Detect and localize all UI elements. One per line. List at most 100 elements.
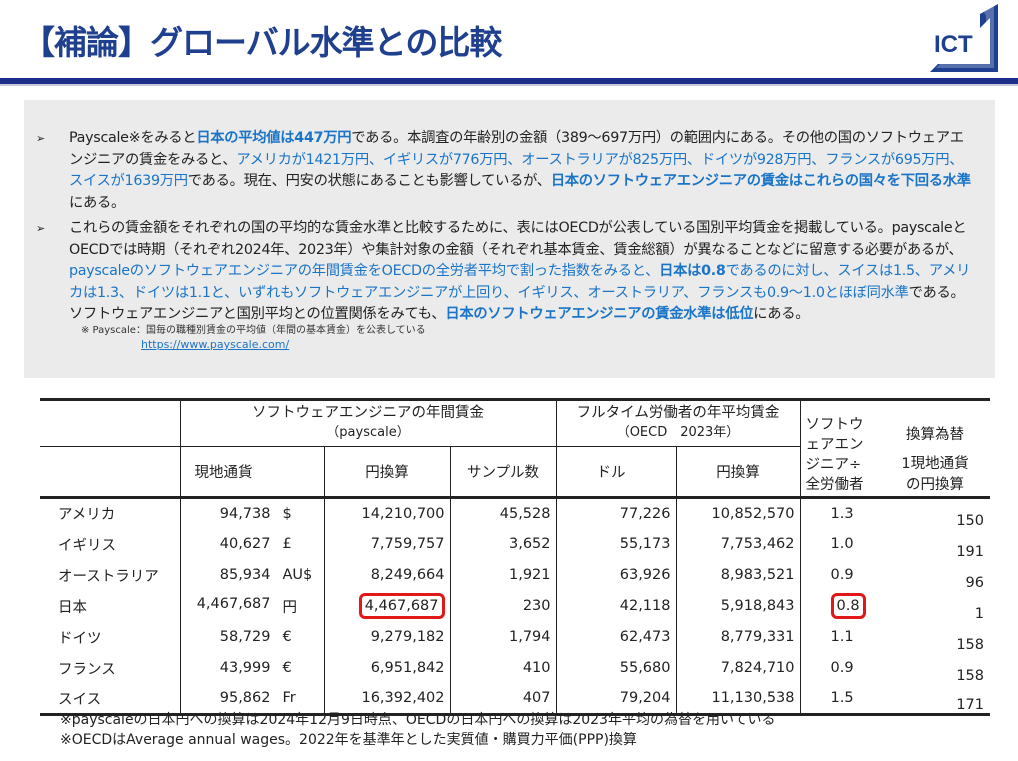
local-amount: 85,934: [219, 567, 271, 583]
usd-amount: 77,226: [619, 505, 671, 522]
oecd-yen-amount: 7,753,462: [720, 536, 795, 552]
currency-symbol: Fr: [282, 690, 296, 707]
local-amount: 40,627: [219, 536, 271, 552]
rate-header: 換算為替: [906, 427, 964, 443]
usd-amount: 55,680: [619, 660, 671, 676]
currency-symbol: AU$: [282, 567, 313, 583]
country-name: オーストラリア: [58, 568, 159, 585]
bullet-segment: Payscale※をみると: [69, 130, 197, 146]
ratio-header: ソフトウェアエンジニア÷全労働者: [799, 399, 880, 498]
bullet-arrow-icon: ➢: [36, 132, 46, 145]
exchange-rate: 96: [965, 574, 984, 591]
exchange-rate: 150: [956, 512, 984, 529]
oecd-yen-amount: 5,918,843: [720, 598, 795, 614]
page-title: 【補論】グローバル水準との比較: [22, 23, 502, 62]
usd-amount: 63,926: [619, 567, 671, 583]
yen-amount-highlighted: 4,467,687: [358, 593, 445, 619]
col-oecd-yen: 円換算: [675, 446, 800, 498]
wage-comparison-table: ソフトウェアエンジニアの年間賃金 （payscale） フルタイム労働者の年平均賃…: [40, 398, 990, 716]
local-amount: 4,467,687: [196, 595, 271, 612]
bullet-text: Payscale※をみると日本の平均値は447万円である。本調査の年齢別の金額（…: [69, 128, 976, 214]
ratio-value: 0.9: [830, 660, 854, 676]
yen-amount: 8,249,664: [370, 567, 445, 583]
svg-text:ICT: ICT: [934, 31, 973, 58]
yen-amount: 16,392,402: [361, 690, 445, 707]
footnote: ※OECDはAverage annual wages。2022年を基準年とした実…: [60, 732, 637, 748]
yen-amount: 6,951,842: [370, 660, 445, 676]
usd-amount: 62,473: [619, 629, 671, 645]
country-name: アメリカ: [58, 507, 116, 524]
col-sample: サンプル数: [449, 446, 556, 498]
exchange-rate: 158: [956, 636, 984, 653]
exchange-rate: 171: [956, 697, 984, 713]
yen-amount: 9,279,182: [370, 629, 445, 645]
table-row: オーストラリア 85,934 AU$ 8,249,664 1,921 63,926 8,98…: [40, 559, 990, 591]
sample-count: 45,528: [499, 505, 551, 522]
exchange-rate: 158: [956, 667, 984, 684]
sample-count: 1,794: [508, 629, 551, 645]
bullet-segment: これらの賃金額をそれぞれの国の平均的な賃金水準と比較するために、表にはOECDが…: [69, 220, 967, 258]
oecd-yen-amount: 7,824,710: [720, 660, 795, 676]
exchange-rate: 1: [974, 605, 984, 622]
sample-count: 230: [522, 598, 551, 614]
oecd-yen-amount: 8,983,521: [720, 567, 795, 583]
bullet-segment: にある。: [753, 306, 810, 322]
yen-amount: 7,759,757: [370, 536, 445, 552]
currency-symbol: $: [282, 505, 292, 522]
group-header-payscale: ソフトウェアエンジニアの年間賃金: [252, 405, 484, 422]
bullet-2: ➢ これらの賃金額をそれぞれの国の平均的な賃金水準と比較するために、表にはOECD…: [36, 218, 976, 326]
sample-count: 1,921: [508, 567, 551, 583]
currency-symbol: €: [282, 629, 292, 645]
bullet-segment: payscaleのソフトウェアエンジニアの年間賃金をOECDの全労者平均で割った…: [69, 263, 660, 279]
local-amount: 43,999: [219, 660, 271, 676]
ratio-value: 1.0: [830, 536, 854, 552]
ratio-value: 0.9: [830, 567, 854, 583]
sample-count: 3,652: [508, 536, 551, 552]
country-name: スイス: [58, 691, 102, 708]
bullet-segment: 日本のソフトウェアエンジニアの賃金はこれらの国々を下回る水準: [550, 173, 971, 189]
table-row: イギリス 40,627 £7,759,757 3,652 55,173 7,753,462…: [40, 528, 990, 560]
ratio-value: 1.5: [830, 690, 854, 707]
country-name: 日本: [58, 599, 87, 616]
bullet-arrow-icon: ➢: [36, 222, 46, 235]
table-row: 日本 4,467,687 円 4,467,687 230 42,118 5,918,843 0…: [40, 590, 990, 622]
bullet-1: ➢ Payscale※をみると日本の平均値は447万円である。本調査の年齢別の金額…: [36, 128, 976, 214]
usd-amount: 42,118: [619, 598, 671, 614]
usd-amount: 79,204: [619, 690, 671, 707]
oecd-yen-amount: 8,779,331: [720, 629, 795, 645]
col-yen: 円換算: [323, 446, 450, 498]
local-amount: 58,729: [219, 629, 271, 645]
group-subheader: （OECD 2023年）: [616, 425, 740, 441]
bullet-text: これらの賃金額をそれぞれの国の平均的な賃金水準と比較するために、表にはOECDが…: [69, 218, 976, 326]
ratio-value: 1.3: [830, 505, 854, 522]
col-usd: ドル: [555, 446, 676, 498]
oecd-yen-amount: 11,130,538: [711, 690, 795, 707]
table-row: アメリカ 94,738 $14,210,700 45,528 77,226 10,852,…: [40, 497, 990, 529]
country-name: イギリス: [58, 537, 116, 554]
bullet-segment: 日本のソフトウェアエンジニアの賃金水準は低位: [445, 306, 754, 322]
sample-count: 410: [522, 660, 551, 676]
sample-count: 407: [522, 690, 551, 707]
country-name: ドイツ: [58, 630, 102, 647]
oecd-yen-amount: 10,852,570: [711, 505, 795, 522]
bullet-segment: 日本は0.8: [659, 263, 726, 279]
country-name: フランス: [58, 661, 116, 678]
bullet-segment: 日本の平均値は447万円: [196, 130, 352, 146]
bullet-segment: にある。: [69, 194, 125, 211]
group-subheader: （payscale）: [326, 425, 410, 441]
table-row: ドイツ 58,729 €9,279,182 1,794 62,473 8,779,331 1…: [40, 621, 990, 653]
yen-amount: 14,210,700: [361, 505, 445, 522]
currency-symbol: €: [282, 660, 292, 676]
payscale-link[interactable]: https://www.payscale.com/: [141, 338, 289, 351]
exchange-rate: 191: [956, 543, 984, 560]
currency-symbol: £: [282, 536, 292, 552]
currency-symbol: 円: [282, 599, 298, 616]
local-amount: 95,862: [219, 690, 271, 707]
footnote: ※payscaleの日本円への換算は2024年12月9日時点、OECDの日本円へ…: [60, 712, 776, 728]
bullet-segment: である。現在、円安の状態にあることも影響しているが、: [187, 173, 551, 189]
group-header-oecd: フルタイム労働者の年平均賃金: [576, 405, 780, 422]
summary-box: ➢ Payscale※をみると日本の平均値は447万円である。本調査の年齢別の金額…: [24, 100, 995, 378]
payscale-note: ※ Payscale：国毎の職種別賃金の平均値（年間の基本賃金）を公表している: [81, 325, 426, 336]
ict-logo: ICT: [930, 4, 998, 72]
local-amount: 94,738: [219, 505, 271, 522]
